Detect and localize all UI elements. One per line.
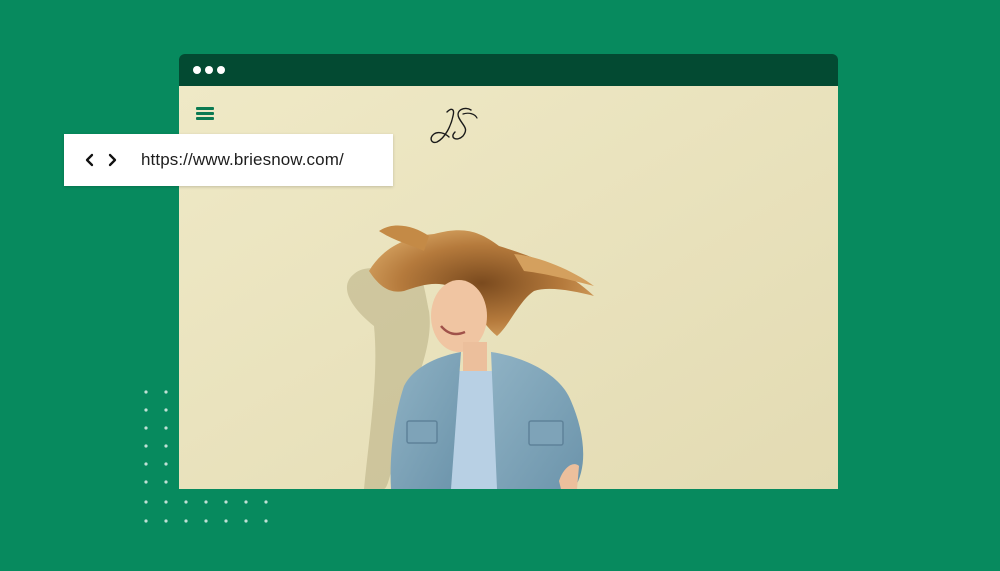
window-control-dot-icon[interactable] bbox=[217, 66, 225, 74]
url-text[interactable]: https://www.briesnow.com/ bbox=[141, 150, 344, 170]
signature-logo[interactable] bbox=[425, 104, 481, 152]
window-control-dot-icon[interactable] bbox=[205, 66, 213, 74]
chevron-right-icon[interactable] bbox=[102, 150, 122, 170]
browser-window bbox=[179, 54, 838, 489]
window-control-dot-icon[interactable] bbox=[193, 66, 201, 74]
address-bar[interactable]: https://www.briesnow.com/ bbox=[64, 134, 393, 186]
hamburger-menu-icon[interactable] bbox=[196, 105, 216, 121]
face-shape bbox=[431, 280, 487, 352]
browser-titlebar bbox=[179, 54, 838, 86]
chevron-left-icon[interactable] bbox=[80, 150, 100, 170]
